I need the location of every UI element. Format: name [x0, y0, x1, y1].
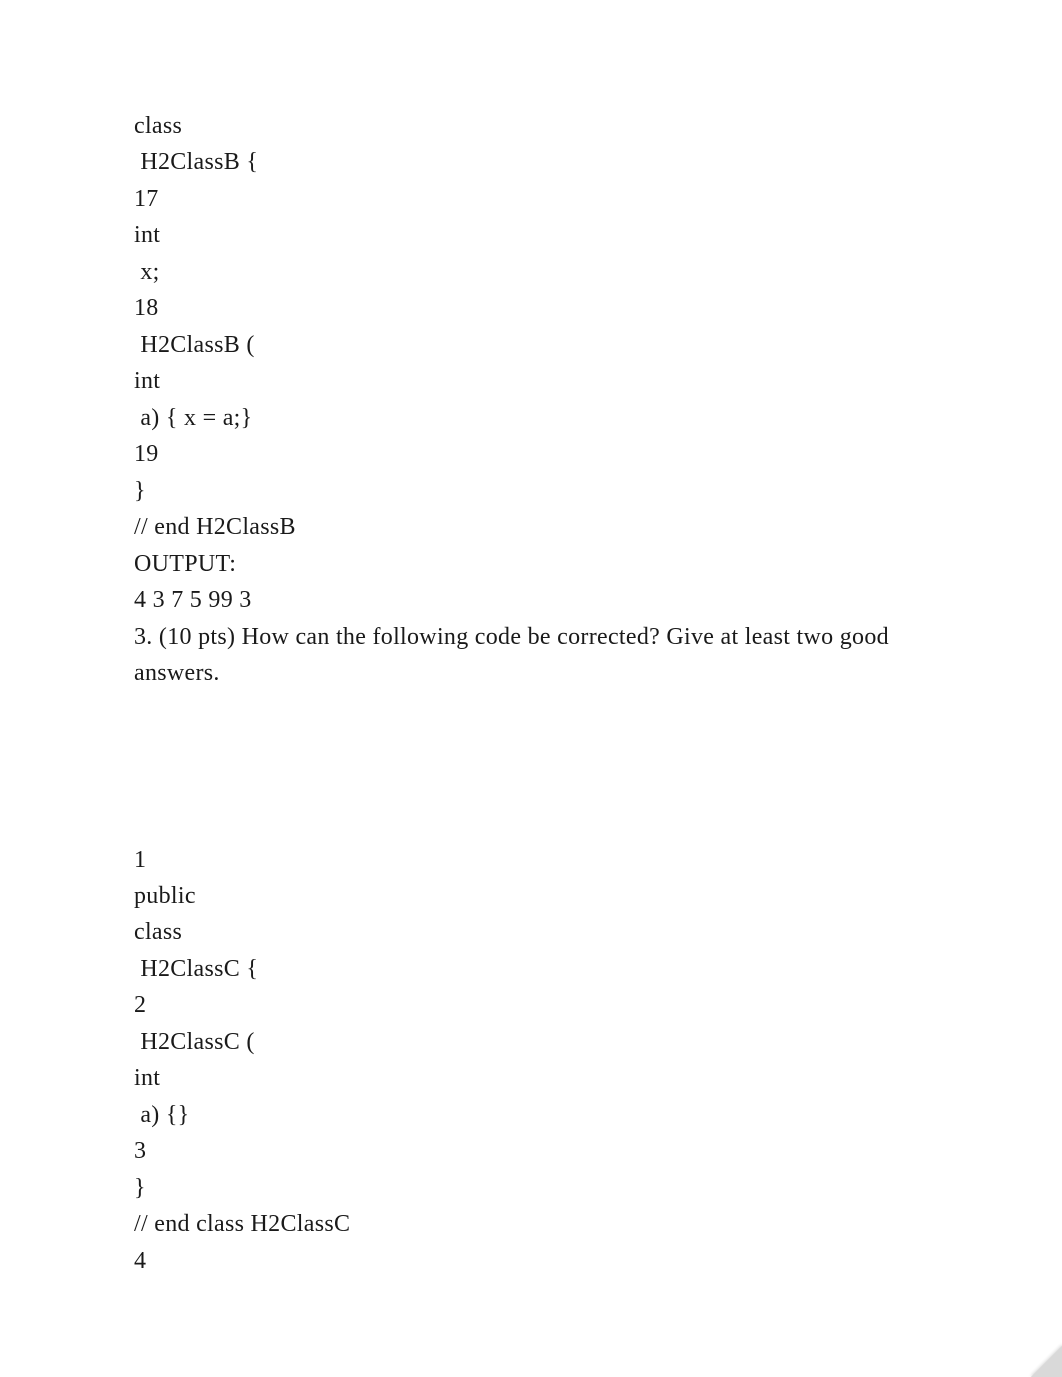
code-line: 18	[134, 290, 942, 326]
code-line: H2ClassB {	[134, 144, 942, 180]
document-page: class H2ClassB { 17 int x; 18 H2ClassB (…	[0, 0, 1062, 1377]
code-line: 4 3 7 5 99 3	[134, 582, 942, 618]
code-line: x;	[134, 254, 942, 290]
code-line: // end H2ClassB	[134, 509, 942, 545]
code-line: H2ClassC {	[134, 951, 942, 987]
code-line: }	[134, 473, 942, 509]
code-line: int	[134, 217, 942, 253]
code-line: int	[134, 1060, 942, 1096]
code-line: OUTPUT:	[134, 546, 942, 582]
code-line: 2	[134, 987, 942, 1023]
section-gap	[134, 692, 942, 842]
code-line: 1	[134, 842, 942, 878]
code-line: class	[134, 914, 942, 950]
code-line: int	[134, 363, 942, 399]
code-line: }	[134, 1170, 942, 1206]
code-line: 4	[134, 1243, 942, 1279]
code-line: H2ClassB (	[134, 327, 942, 363]
code-line: // end class H2ClassC	[134, 1206, 942, 1242]
code-line: H2ClassC (	[134, 1024, 942, 1060]
page-curl-icon	[1020, 1335, 1062, 1377]
question-text: 3. (10 pts) How can the following code b…	[134, 619, 942, 692]
code-line: class	[134, 108, 942, 144]
code-line: 19	[134, 436, 942, 472]
code-line: a) { x = a;}	[134, 400, 942, 436]
code-line: 17	[134, 181, 942, 217]
code-line: 3	[134, 1133, 942, 1169]
code-line: public	[134, 878, 942, 914]
code-line: a) {}	[134, 1097, 942, 1133]
